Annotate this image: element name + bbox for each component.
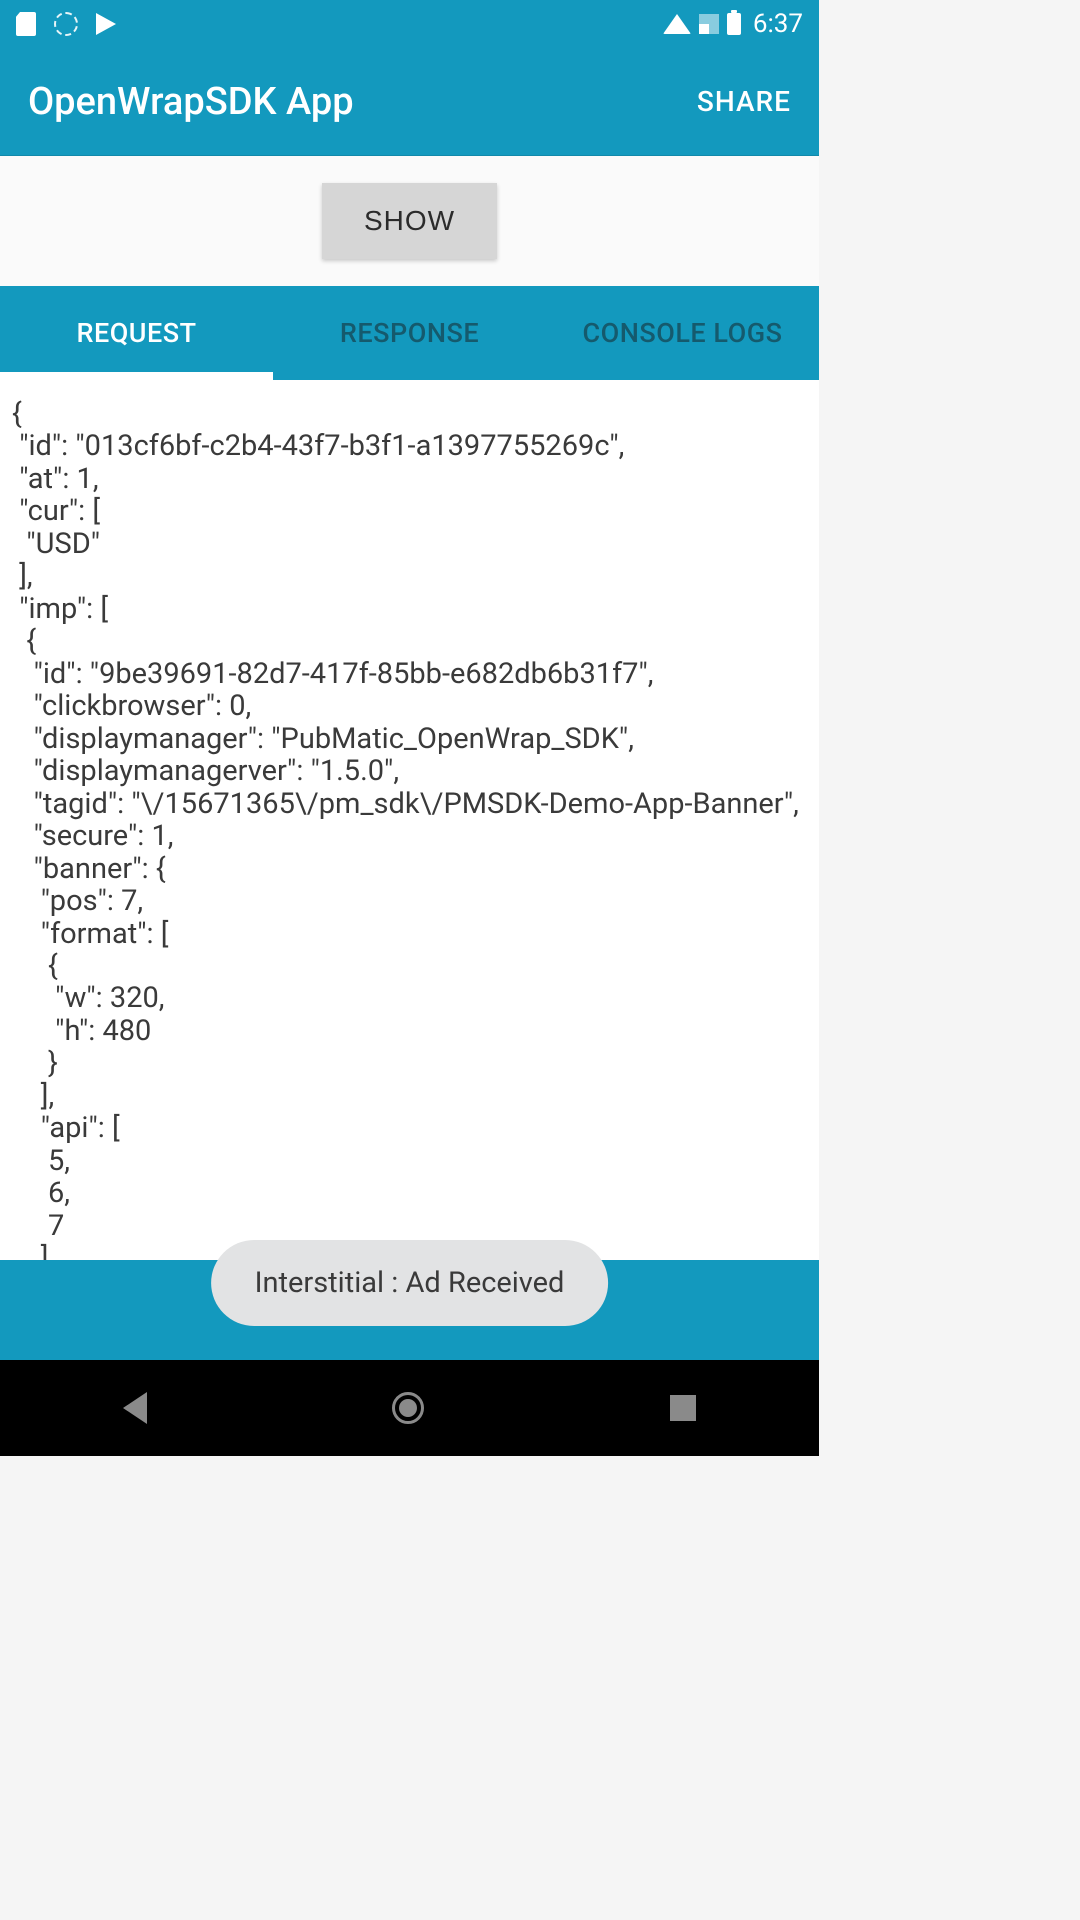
status-left-icons [16,12,116,36]
play-store-icon [96,13,116,35]
tab-request[interactable]: REQUEST [0,286,273,380]
tab-console-logs-label: CONSOLE LOGS [583,317,783,349]
tab-console-logs[interactable]: CONSOLE LOGS [546,286,819,380]
nav-back-icon[interactable] [123,1392,147,1424]
app-title: OpenWrapSDK App [28,80,354,124]
tab-request-label: REQUEST [76,317,196,349]
content-area[interactable]: { "id": "013cf6bf-c2b4-43f7-b3f1-a139775… [0,380,819,1260]
battery-icon [727,13,741,35]
tabs-container: REQUEST RESPONSE CONSOLE LOGS [0,286,819,380]
show-section: SHOW [0,156,819,286]
app-bar: OpenWrapSDK App SHARE [0,48,819,156]
status-time: 6:37 [753,9,803,39]
sd-card-icon [16,12,36,36]
share-button[interactable]: SHARE [697,85,791,118]
sync-icon [54,12,78,36]
toast-message: Interstitial : Ad Received [211,1240,609,1326]
wifi-icon [663,14,691,34]
request-json-content: { "id": "013cf6bf-c2b4-43f7-b3f1-a139775… [12,398,807,1260]
cellular-signal-icon [699,14,719,34]
tab-response-label: RESPONSE [340,317,479,349]
nav-recent-icon[interactable] [670,1395,696,1421]
nav-home-icon[interactable] [392,1392,424,1424]
status-right-icons: 6:37 [663,9,803,39]
status-bar: 6:37 [0,0,819,48]
tab-response[interactable]: RESPONSE [273,286,546,380]
navigation-bar [0,1360,819,1456]
show-button[interactable]: SHOW [322,183,497,259]
